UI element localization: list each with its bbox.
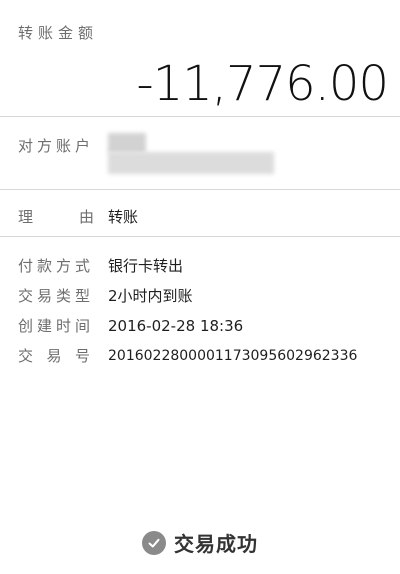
- check-mark-icon: [148, 538, 160, 547]
- reason-label: 理 由: [18, 206, 108, 227]
- reason-label-char: 理: [18, 208, 34, 226]
- detail-value: 银行卡转出: [108, 257, 184, 275]
- counterparty-label: 对方账户: [18, 137, 95, 155]
- reason-value: 转账: [108, 208, 139, 226]
- counterparty-account-redacted: [108, 152, 274, 174]
- tx-label-char: 交: [18, 347, 34, 365]
- amount-label: 转账金额: [18, 24, 99, 42]
- detail-label: 交 易 号: [18, 345, 90, 366]
- status-bar: 交易成功: [0, 511, 400, 574]
- transaction-id-value: 2016022800001173095602962336: [108, 347, 358, 364]
- divider: [0, 189, 400, 190]
- status-text: 交易成功: [174, 532, 258, 556]
- reason-label-char: 由: [78, 208, 94, 226]
- counterparty-name-redacted: [108, 133, 146, 153]
- detail-value: 2小时内到账: [108, 287, 193, 305]
- detail-row-transaction-type: 交易类型 2小时内到账: [18, 285, 193, 306]
- detail-row-payment-method: 付款方式 银行卡转出: [18, 255, 183, 276]
- check-circle-icon: [142, 530, 166, 555]
- detail-row-transaction-id: 交 易 号 2016022800001173095602962336: [18, 345, 357, 366]
- detail-row-created-time: 创建时间 2016-02-28 18:36: [18, 315, 243, 336]
- detail-label: 交易类型: [18, 287, 95, 305]
- divider: [0, 116, 400, 117]
- detail-label: 付款方式: [18, 257, 95, 275]
- amount-value: -11,776.00: [136, 56, 389, 112]
- reason-row: 理 由 转账: [18, 206, 138, 227]
- tx-label-char: 易: [46, 347, 62, 365]
- divider: [0, 236, 400, 237]
- detail-value: 2016-02-28 18:36: [108, 316, 244, 335]
- tx-label-char: 号: [74, 347, 90, 365]
- detail-label: 创建时间: [18, 317, 95, 335]
